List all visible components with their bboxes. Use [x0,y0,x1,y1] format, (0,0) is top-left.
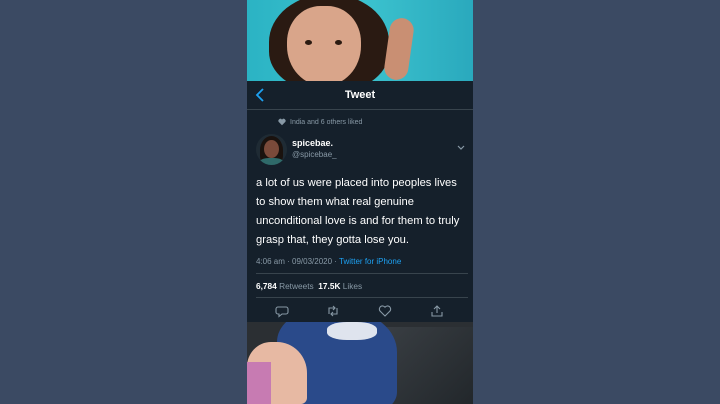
top-photo [247,0,473,81]
like-icon[interactable] [378,304,392,318]
user-handle[interactable]: @spicebae_ [292,150,337,160]
tweet-source[interactable]: Twitter for iPhone [339,257,401,266]
video-frame: Tweet India and 6 others liked spicebae.… [247,0,473,404]
share-icon[interactable] [430,304,444,318]
chevron-down-icon[interactable] [456,139,466,150]
social-context-text: India and 6 others liked [290,119,363,126]
retweet-icon[interactable] [326,304,340,318]
retweets-count[interactable]: 6,784 [256,281,277,291]
divider [256,297,468,298]
tweet-text: a lot of us were placed into peoples liv… [256,177,460,246]
tweet-stats: 6,784 Retweets 17.5K Likes [256,280,362,292]
tweet-meta: 4:06 am · 09/03/2020 · Twitter for iPhon… [256,257,402,266]
header-title: Tweet [344,89,376,101]
display-name[interactable]: spicebae. [292,138,333,149]
reply-icon[interactable] [275,304,289,318]
avatar[interactable] [256,134,287,165]
likes-count[interactable]: 17.5K [318,281,340,291]
heart-icon [278,118,290,126]
retweets-label[interactable]: Retweets [279,281,314,291]
social-context[interactable]: India and 6 others liked [278,117,362,129]
likes-label[interactable]: Likes [343,281,362,291]
tweet-date: 09/03/2020 [292,257,333,266]
tweet-header: Tweet [247,81,473,110]
divider [256,273,468,274]
bottom-photo [247,322,473,404]
tweet-time: 4:06 am [256,257,285,266]
